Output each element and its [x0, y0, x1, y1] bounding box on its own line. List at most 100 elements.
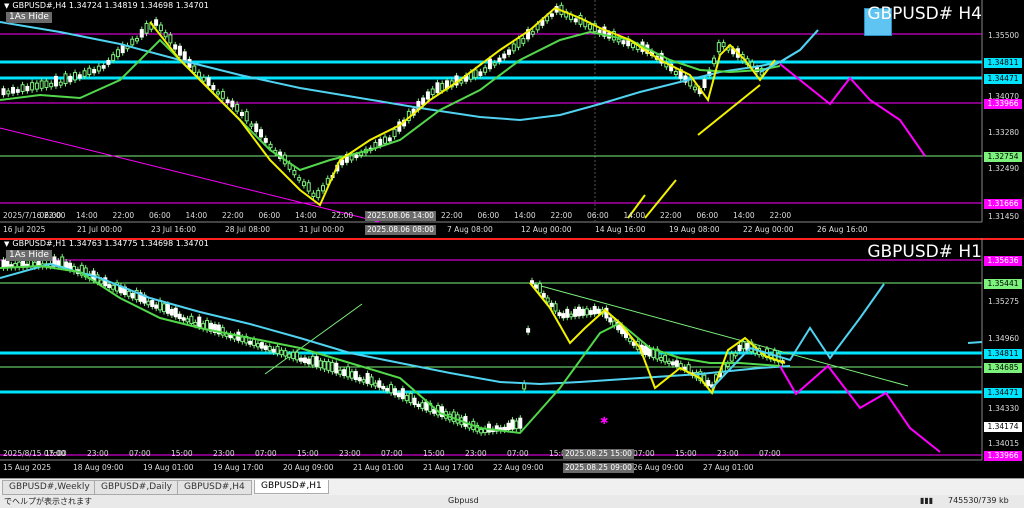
- candle: [729, 353, 734, 362]
- candle: [63, 73, 68, 85]
- collapse-triangle-icon[interactable]: ▼: [4, 240, 9, 248]
- h1-cursor-time-secondary: 2025.08.25 09:00: [563, 463, 634, 473]
- candle: [263, 345, 268, 350]
- tab-daily[interactable]: GBPUSD#,Daily: [94, 480, 179, 495]
- h4-price-label: 1.34811: [984, 58, 1022, 68]
- hide-button[interactable]: 1As Hide: [6, 12, 52, 23]
- candle: [6, 90, 11, 95]
- candle: [396, 392, 401, 398]
- h4-date-label: 19 Aug 08:00: [669, 225, 720, 234]
- h4-price-label: 1.33966: [984, 99, 1022, 109]
- h4-date-label: 26 Aug 16:00: [817, 225, 868, 234]
- candle: [565, 308, 570, 318]
- candle: [299, 357, 304, 362]
- h1-price-label: 1.34811: [984, 349, 1022, 359]
- h4-y-tick: 1.31450: [988, 212, 1020, 221]
- candle: [404, 395, 409, 402]
- h4-date-label: 31 Jul 00:00: [299, 225, 344, 234]
- candle: [541, 293, 546, 298]
- candle: [77, 74, 82, 79]
- candle: [510, 419, 515, 430]
- candle: [702, 78, 707, 88]
- candle: [651, 348, 656, 358]
- candle: [537, 283, 542, 294]
- candle: [240, 336, 245, 343]
- candle: [259, 342, 264, 349]
- h1-price-label: 1.34471: [984, 388, 1022, 398]
- candle: [338, 369, 343, 375]
- h1-date-label: 27 Aug 01:00: [703, 463, 754, 472]
- h1-time-label: 15:00: [171, 449, 193, 458]
- candle: [49, 82, 54, 88]
- candle: [73, 72, 78, 81]
- candle: [588, 310, 593, 315]
- candle: [506, 422, 511, 431]
- candle: [733, 352, 738, 357]
- candle: [111, 284, 116, 290]
- h4-date-label: 16 Jul 2025: [3, 225, 46, 234]
- candle: [197, 71, 202, 78]
- candle: [181, 317, 186, 321]
- h1-plot[interactable]: ✱: [0, 238, 1024, 476]
- candle: [342, 369, 347, 377]
- h4-time-label: 22:00: [660, 211, 682, 220]
- h4-time-label: 14:00: [295, 211, 317, 220]
- h1-chart[interactable]: ✱ ▼ GBPUSD#,H1 1.34763 1.34775 1.34698 1.…: [0, 238, 1024, 476]
- tab-h1[interactable]: GBPUSD#,H1: [254, 480, 329, 494]
- candle: [346, 366, 351, 378]
- candle: [230, 100, 235, 108]
- h4-date-label: 22 Aug 00:00: [743, 225, 794, 234]
- h4-time-label: 14:00: [185, 211, 208, 220]
- h4-chart[interactable]: ▼ GBPUSD#,H4 1.34724 1.34819 1.34698 1.34…: [0, 0, 1024, 236]
- hide-button[interactable]: 1As Hide: [6, 250, 52, 261]
- candle: [473, 69, 478, 78]
- candle: [608, 317, 613, 323]
- h1-date-label: 26 Aug 09:00: [633, 463, 684, 472]
- candle: [144, 22, 149, 34]
- h4-time-label: 14:00: [514, 211, 536, 220]
- candle: [381, 385, 386, 390]
- h1-time-label: 07:00: [129, 449, 151, 458]
- candle: [292, 169, 297, 176]
- tab-h4[interactable]: GBPUSD#,H4: [177, 480, 252, 495]
- candle: [670, 361, 675, 366]
- h1-time-label: 07:00: [507, 449, 529, 458]
- chart-tab-bar: GBPUSD#,Weekly GBPUSD#,Daily GBPUSD#,H4 …: [0, 478, 1024, 495]
- candle: [58, 81, 63, 86]
- candle: [168, 34, 173, 44]
- candle: [111, 54, 116, 61]
- candle: [177, 313, 182, 319]
- candle: [115, 49, 120, 58]
- candle: [373, 382, 378, 387]
- candle: [30, 82, 35, 91]
- candle: [516, 38, 521, 48]
- candle: [295, 351, 300, 361]
- candle: [349, 155, 354, 161]
- candle: [421, 97, 426, 105]
- candle: [393, 388, 397, 396]
- candle: [220, 91, 225, 99]
- h4-y-tick: 1.35500: [988, 31, 1020, 40]
- candle: [216, 91, 221, 95]
- candle: [577, 306, 582, 317]
- candle: [139, 29, 144, 38]
- collapse-triangle-icon[interactable]: ▼: [4, 2, 9, 10]
- candle: [416, 403, 421, 407]
- tab-weekly[interactable]: GBPUSD#,Weekly: [2, 480, 97, 495]
- candle: [135, 38, 140, 42]
- h1-price-label: 1.33966: [984, 451, 1022, 461]
- candle: [479, 428, 484, 434]
- candle: [106, 59, 111, 65]
- candle: [206, 77, 211, 86]
- candle: [420, 402, 425, 409]
- candle: [310, 355, 315, 366]
- candle: [354, 154, 359, 159]
- candle: [287, 353, 292, 358]
- candle: [741, 341, 746, 350]
- h4-time-label: 06:00: [149, 211, 171, 220]
- candle: [189, 315, 194, 325]
- h1-time-label: 23:00: [717, 449, 739, 458]
- candle: [389, 384, 394, 394]
- candle: [99, 279, 104, 285]
- candle: [197, 316, 202, 328]
